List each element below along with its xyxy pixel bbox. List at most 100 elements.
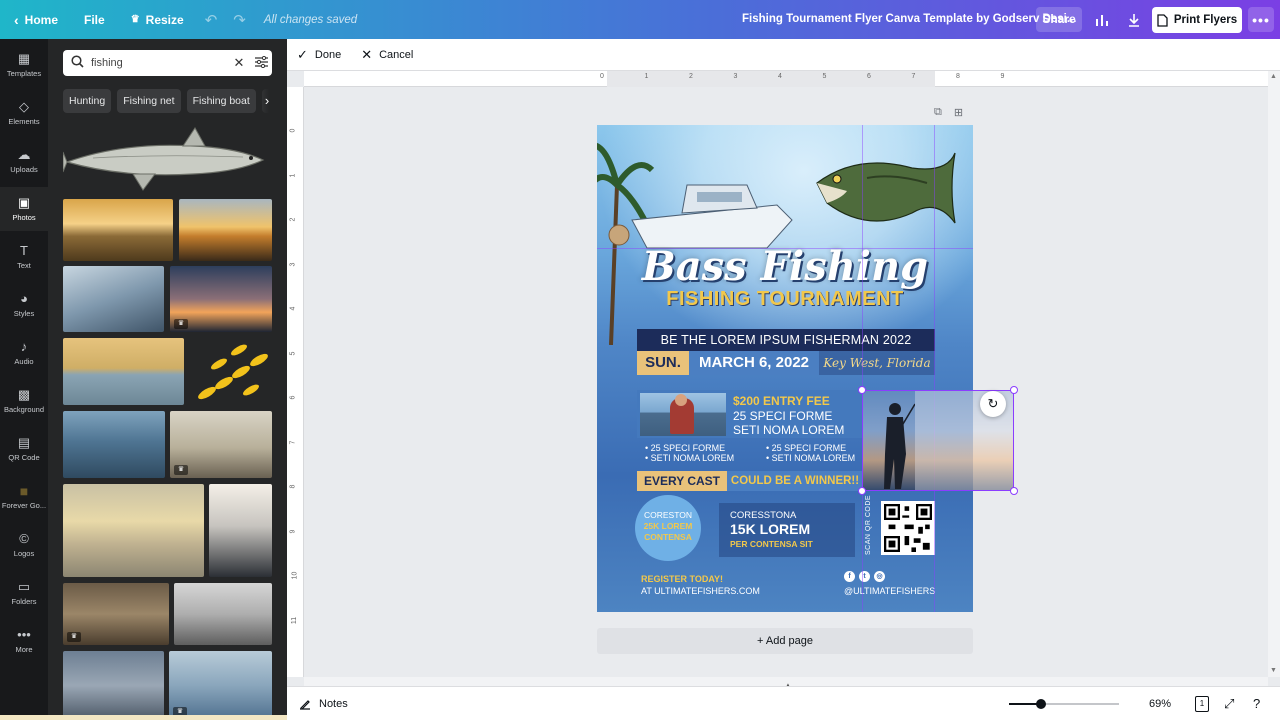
photo-thumbnail[interactable]: ♛: [170, 266, 272, 332]
search-bar[interactable]: fishing ✕: [63, 50, 272, 76]
rail-item-background[interactable]: ▩ Background: [0, 379, 48, 423]
home-button[interactable]: ‹ Home: [0, 0, 71, 39]
clear-search-icon[interactable]: ✕: [228, 55, 250, 71]
photo-thumbnail[interactable]: [63, 484, 204, 577]
prize-big[interactable]: 15K LOREM: [730, 521, 810, 537]
rail-item-uploads[interactable]: ☁ Uploads: [0, 139, 48, 183]
chip-fishing-boat[interactable]: Fishing boat: [186, 89, 256, 113]
search-input[interactable]: fishing: [91, 57, 228, 69]
photo-thumbnail-herring[interactable]: [63, 124, 272, 194]
insights-button[interactable]: [1088, 7, 1116, 32]
fisherman-photo[interactable]: [640, 393, 726, 436]
home-label: Home: [24, 12, 59, 27]
rail-item-photos[interactable]: ▣ Photos: [0, 187, 48, 231]
entry-line-1[interactable]: 25 SPECI FORME: [733, 409, 832, 423]
scroll-down-icon[interactable]: ▼: [1270, 667, 1277, 674]
prize-sub[interactable]: PER CONTENSA SIT: [730, 539, 813, 549]
rail-item-styles[interactable]: ◕ Styles: [0, 283, 48, 327]
rail-item-templates[interactable]: ▦ Templates: [0, 43, 48, 87]
chevron-right-icon[interactable]: ›: [257, 89, 277, 113]
twitter-icon: t: [859, 571, 870, 582]
chip-hunting[interactable]: Hunting: [63, 89, 112, 113]
flyer-subtitle[interactable]: FISHING TOURNAMENT: [597, 288, 973, 311]
chip-fishing-net[interactable]: Fishing net: [117, 89, 181, 113]
flyer-page[interactable]: Bass Fishing FISHING TOURNAMENT BE THE L…: [597, 125, 973, 612]
photo-thumbnail[interactable]: ♛: [63, 583, 169, 645]
file-menu-button[interactable]: File: [71, 0, 118, 39]
resize-handle[interactable]: [1010, 487, 1018, 495]
bullet-item: • 25 SPECI FORME: [766, 443, 847, 453]
zoom-value[interactable]: 69%: [1149, 687, 1171, 720]
add-page-icon[interactable]: ⊞: [954, 106, 963, 119]
photo-thumbnail[interactable]: [209, 484, 272, 577]
help-icon[interactable]: ?: [1253, 687, 1260, 720]
photo-thumbnail[interactable]: [179, 199, 272, 261]
qr-code[interactable]: [881, 501, 935, 555]
rail-item-text[interactable]: T Text: [0, 235, 48, 279]
done-button[interactable]: ✓ Done: [287, 47, 351, 63]
winner-label[interactable]: COULD BE A WINNER!!: [727, 471, 863, 491]
photo-thumbnail[interactable]: [63, 266, 164, 332]
photo-thumbnail[interactable]: [63, 651, 164, 720]
fish-school-graphic[interactable]: [189, 338, 272, 405]
prize-circle[interactable]: CORESTON 25K LOREM CONTENSA: [635, 495, 701, 561]
photo-thumbnail[interactable]: [63, 338, 184, 405]
rotate-button[interactable]: ↻: [980, 391, 1006, 417]
rail-item-qr-code[interactable]: ▤ QR Code: [0, 427, 48, 471]
flyer-title[interactable]: Bass Fishing: [597, 243, 973, 290]
entry-fee[interactable]: $200 ENTRY FEE: [733, 394, 830, 408]
flyer-location[interactable]: Key West, Florida: [819, 351, 935, 375]
flyer-tagline[interactable]: BE THE LOREM IPSUM FISHERMAN 2022: [637, 329, 935, 351]
social-handle[interactable]: @ULTIMATEFISHERS: [844, 586, 935, 596]
resize-handle[interactable]: [858, 487, 866, 495]
duplicate-page-icon[interactable]: ⧉: [934, 106, 942, 119]
resize-button[interactable]: ♛ Resize: [118, 0, 197, 39]
register-label[interactable]: REGISTER TODAY!: [641, 574, 723, 584]
rail-item-more[interactable]: ••• More: [0, 619, 48, 663]
download-button[interactable]: [1120, 7, 1148, 32]
social-icons[interactable]: f t ◎: [844, 571, 885, 582]
vertical-scrollbar[interactable]: ▲ ▼: [1268, 71, 1280, 677]
resize-handle[interactable]: [858, 386, 866, 394]
rail-item-audio[interactable]: ♪ Audio: [0, 331, 48, 375]
redo-icon[interactable]: ↷: [225, 11, 254, 29]
zoom-slider[interactable]: [1009, 699, 1119, 709]
photo-thumbnail[interactable]: [63, 199, 173, 261]
rail-item-folders[interactable]: ▭ Folders: [0, 571, 48, 615]
add-page-button[interactable]: + Add page: [597, 628, 973, 654]
pages-button[interactable]: 1: [1195, 696, 1209, 712]
fullscreen-icon[interactable]: ⤢: [1224, 687, 1234, 720]
photo-thumbnail[interactable]: [63, 411, 165, 478]
document-title[interactable]: Fishing Tournament Flyer Canva Template …: [742, 0, 1076, 39]
prize-small[interactable]: CORESSTONA: [730, 510, 796, 521]
ruler-tick-label: 1: [289, 173, 297, 177]
scroll-up-icon[interactable]: ▲: [1270, 73, 1277, 80]
resize-handle[interactable]: [1010, 386, 1018, 394]
share-button[interactable]: Share: [1036, 7, 1082, 32]
photo-thumbnail[interactable]: ♛: [169, 651, 272, 720]
zoom-slider-knob[interactable]: [1036, 699, 1046, 709]
rail-item-logos[interactable]: © Logos: [0, 523, 48, 567]
notes-button[interactable]: Notes: [287, 698, 348, 710]
bullet-list-left[interactable]: • 25 SPECI FORME • SETI NOMA LOREM: [645, 443, 734, 463]
website-label[interactable]: AT ULTIMATEFISHERS.COM: [641, 586, 760, 596]
bar-chart-icon: [1096, 14, 1108, 26]
filter-icon[interactable]: [250, 55, 272, 71]
more-options-button[interactable]: •••: [1248, 7, 1274, 32]
photo-thumbnail[interactable]: [174, 583, 272, 645]
angler-silhouette: [884, 403, 915, 489]
print-flyers-button[interactable]: Print Flyers: [1152, 7, 1242, 33]
undo-icon[interactable]: ↶: [197, 11, 226, 29]
photo-thumbnail[interactable]: ♛: [170, 411, 272, 478]
cancel-button[interactable]: ✕ Cancel: [351, 47, 423, 63]
scan-qr-label[interactable]: SCAN QR CODE: [865, 495, 872, 555]
entry-line-2[interactable]: SETI NOMA LOREM: [733, 423, 844, 437]
every-cast-label[interactable]: EVERY CAST: [637, 471, 727, 491]
alignment-guide: [862, 125, 863, 612]
flyer-day[interactable]: SUN.: [637, 351, 689, 375]
document-icon: [1157, 13, 1168, 27]
rail-item-elements[interactable]: ◇ Elements: [0, 91, 48, 135]
bullet-list-right[interactable]: • 25 SPECI FORME • SETI NOMA LOREM: [766, 443, 855, 463]
flyer-date[interactable]: MARCH 6, 2022: [689, 351, 819, 375]
rail-item-app[interactable]: ■ Forever Go...: [0, 475, 48, 519]
